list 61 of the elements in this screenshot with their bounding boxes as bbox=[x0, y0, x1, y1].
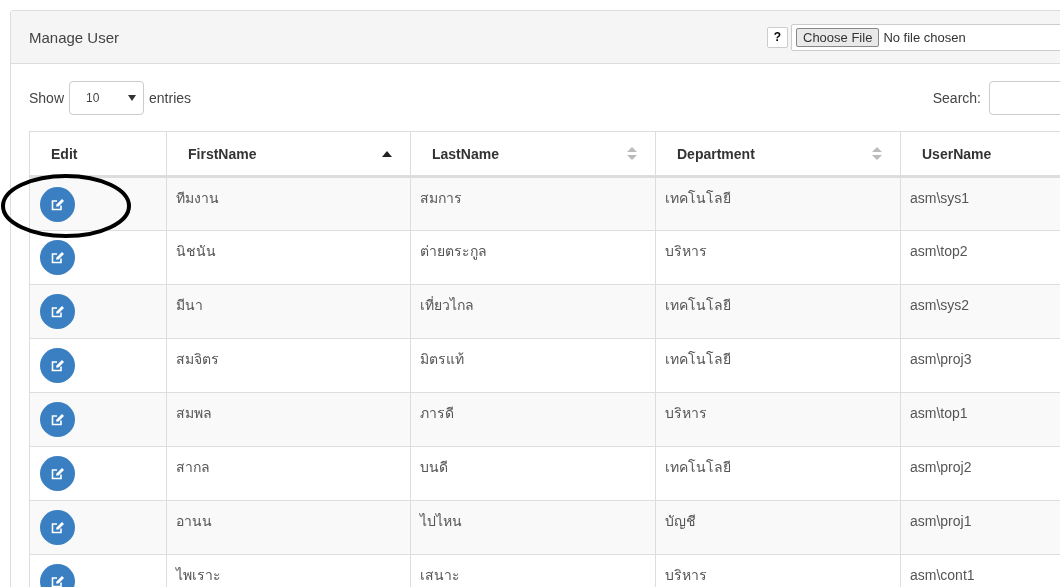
edit-icon bbox=[51, 359, 64, 372]
caret-icon bbox=[128, 95, 137, 101]
edit-icon bbox=[51, 198, 64, 211]
table-cell: asm\cont1 bbox=[910, 567, 975, 583]
table-cell: เทคโนโลยี bbox=[665, 190, 731, 206]
edit-button[interactable] bbox=[40, 240, 75, 275]
sort-ascending-icon bbox=[382, 150, 392, 157]
choose-file-button[interactable]: Choose File bbox=[796, 27, 880, 47]
edit-button[interactable] bbox=[40, 510, 75, 545]
table-cell: เทคโนโลยี bbox=[665, 351, 731, 367]
file-status: No file chosen bbox=[883, 29, 966, 45]
edit-icon bbox=[51, 521, 64, 534]
table-cell: asm\sys1 bbox=[910, 190, 970, 206]
table-cell: บนดี bbox=[420, 459, 448, 475]
table-cell: asm\top1 bbox=[910, 405, 968, 421]
table-cell: บริหาร bbox=[665, 243, 707, 259]
table-cell: สมจิตร bbox=[176, 351, 219, 367]
table-cell: asm\sys2 bbox=[910, 297, 970, 313]
show-label: Show bbox=[29, 90, 65, 106]
table-cell: มีนา bbox=[176, 297, 203, 313]
edit-button[interactable] bbox=[40, 456, 75, 491]
table-cell: อานน bbox=[176, 513, 212, 529]
edit-button[interactable] bbox=[40, 402, 75, 437]
edit-icon bbox=[51, 467, 64, 480]
table-cell: asm\top2 bbox=[910, 243, 968, 259]
file-input[interactable]: Choose File No file chosen bbox=[791, 23, 1060, 51]
table-cell: นิชนัน bbox=[176, 243, 216, 259]
table-cell: asm\proj1 bbox=[910, 513, 972, 529]
table-cell: asm\proj3 bbox=[910, 351, 972, 367]
edit-icon bbox=[51, 413, 64, 426]
table-cell: บัญชี bbox=[665, 513, 696, 529]
search-label: Search: bbox=[932, 90, 981, 106]
table-cell: บริหาร bbox=[665, 405, 707, 421]
table-cell: asm\proj2 bbox=[910, 459, 972, 475]
panel-title: Manage User bbox=[29, 28, 121, 46]
table-cell: ไพเราะ bbox=[176, 567, 221, 583]
edit-icon bbox=[51, 251, 64, 264]
edit-button[interactable] bbox=[40, 187, 75, 222]
table-cell: ทีมงาน bbox=[176, 190, 219, 206]
edit-button[interactable] bbox=[40, 348, 75, 383]
table-cell: เสนาะ bbox=[420, 567, 460, 583]
table-cell: เที่ยวไกล bbox=[420, 297, 474, 313]
table-cell: ไปไหน bbox=[420, 513, 462, 529]
table-cell: ต่ายตระกูล bbox=[420, 243, 487, 259]
table-cell: มิตรแท้ bbox=[420, 351, 464, 367]
table-cell: สากล bbox=[176, 459, 210, 475]
edit-button[interactable] bbox=[40, 294, 75, 329]
edit-icon bbox=[51, 575, 64, 587]
sort-icon bbox=[627, 147, 637, 160]
help-button[interactable]: ? bbox=[767, 26, 788, 48]
entries-label: entries bbox=[149, 90, 192, 106]
table-cell: ภารดี bbox=[420, 405, 454, 421]
entries-select[interactable]: 10 bbox=[69, 81, 145, 115]
table-cell: บริหาร bbox=[665, 567, 707, 583]
search-field[interactable] bbox=[989, 81, 1060, 115]
table-cell: สมพล bbox=[176, 405, 212, 421]
table-cell: เทคโนโลยี bbox=[665, 297, 731, 313]
edit-icon bbox=[51, 305, 64, 318]
table-cell: เทคโนโลยี bbox=[665, 459, 731, 475]
table-cell: สมการ bbox=[420, 190, 462, 206]
sort-icon bbox=[872, 147, 882, 160]
